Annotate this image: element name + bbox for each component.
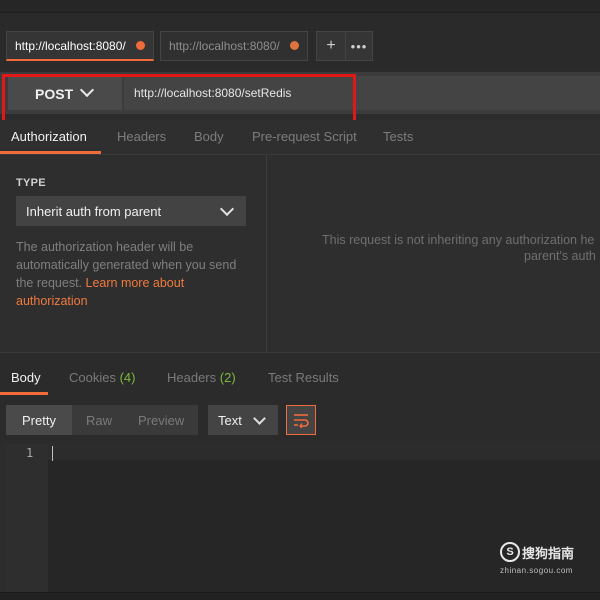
- chevron-down-icon: [219, 201, 235, 217]
- response-toolbar: Pretty Raw Preview Text: [0, 395, 600, 443]
- tab-body[interactable]: Body: [194, 129, 224, 144]
- auth-settings: TYPE Inherit auth from parent The author…: [0, 155, 267, 352]
- text-cursor: [52, 446, 53, 461]
- auth-description: The authorization header will be automat…: [16, 238, 252, 310]
- authorization-panel: TYPE Inherit auth from parent The author…: [0, 155, 600, 352]
- url-input[interactable]: http://localhost:8080/setRedis: [124, 76, 600, 110]
- tab-cookies[interactable]: Cookies (4): [69, 370, 135, 385]
- unsaved-dot-icon: [136, 41, 145, 50]
- active-line: [48, 444, 600, 460]
- chevron-down-icon: [253, 412, 266, 425]
- pretty-button[interactable]: Pretty: [22, 413, 56, 428]
- inherit-message: This request is not inheriting any autho…: [322, 233, 595, 247]
- request-tab-inactive[interactable]: http://localhost:8080/: [160, 31, 308, 61]
- view-mode-group: Pretty Raw Preview: [6, 405, 198, 435]
- format-value: Text: [218, 412, 242, 428]
- auth-type-value: Inherit auth from parent: [26, 203, 162, 219]
- request-tab-label: http://localhost:8080/: [169, 39, 280, 53]
- request-tab-active[interactable]: http://localhost:8080/: [6, 31, 154, 61]
- request-subtabs: Authorization Headers Body Pre-request S…: [0, 120, 600, 155]
- method-label: POST: [35, 86, 74, 102]
- chevron-down-icon: [79, 82, 95, 98]
- tab-tests[interactable]: Tests: [383, 129, 413, 144]
- cookies-count-badge: (4): [119, 370, 136, 385]
- headers-count-badge: (2): [219, 370, 236, 385]
- status-bar: [0, 592, 600, 600]
- unsaved-dot-icon: [290, 41, 299, 50]
- tab-response-body[interactable]: Body: [11, 370, 41, 385]
- new-tab-button[interactable]: +: [316, 31, 346, 61]
- request-bar: POST http://localhost:8080/setRedis: [0, 72, 600, 114]
- response-tabs: Body Cookies (4) Headers (2) Test Result…: [0, 352, 600, 395]
- method-select[interactable]: POST: [8, 76, 122, 110]
- preview-button[interactable]: Preview: [138, 413, 184, 428]
- tab-cookies-label: Cookies: [69, 370, 116, 385]
- more-tabs-button[interactable]: •••: [345, 31, 373, 61]
- tab-pre-request-script[interactable]: Pre-request Script: [252, 129, 357, 144]
- sogou-logo-icon: S: [500, 542, 520, 562]
- watermark-text: 搜狗指南: [522, 546, 575, 561]
- raw-button[interactable]: Raw: [86, 413, 112, 428]
- tab-bar: http://localhost:8080/ http://localhost:…: [0, 13, 600, 71]
- format-select[interactable]: Text: [208, 405, 278, 435]
- auth-type-select[interactable]: Inherit auth from parent: [16, 196, 246, 226]
- tab-authorization[interactable]: Authorization: [11, 129, 87, 144]
- watermark-url: zhinan.sogou.com: [500, 566, 573, 575]
- window-top-strip: [0, 0, 600, 13]
- tab-response-headers-label: Headers: [167, 370, 217, 385]
- active-tab-underline: [0, 151, 101, 154]
- tab-response-headers[interactable]: Headers (2): [167, 370, 236, 385]
- inherit-message-line2: parent's auth: [524, 249, 596, 263]
- wrap-lines-icon: [294, 414, 309, 428]
- request-tab-label: http://localhost:8080/: [15, 38, 126, 53]
- tab-headers[interactable]: Headers: [117, 129, 166, 144]
- postman-window: http://localhost:8080/ http://localhost:…: [0, 0, 600, 600]
- editor-gutter: 1: [6, 444, 48, 592]
- auth-type-label: TYPE: [16, 177, 46, 189]
- sogou-watermark: S 搜狗指南 zhinan.sogou.com: [500, 542, 594, 576]
- tab-test-results[interactable]: Test Results: [268, 370, 339, 385]
- line-number: 1: [26, 446, 34, 460]
- wrap-lines-button[interactable]: [286, 405, 316, 435]
